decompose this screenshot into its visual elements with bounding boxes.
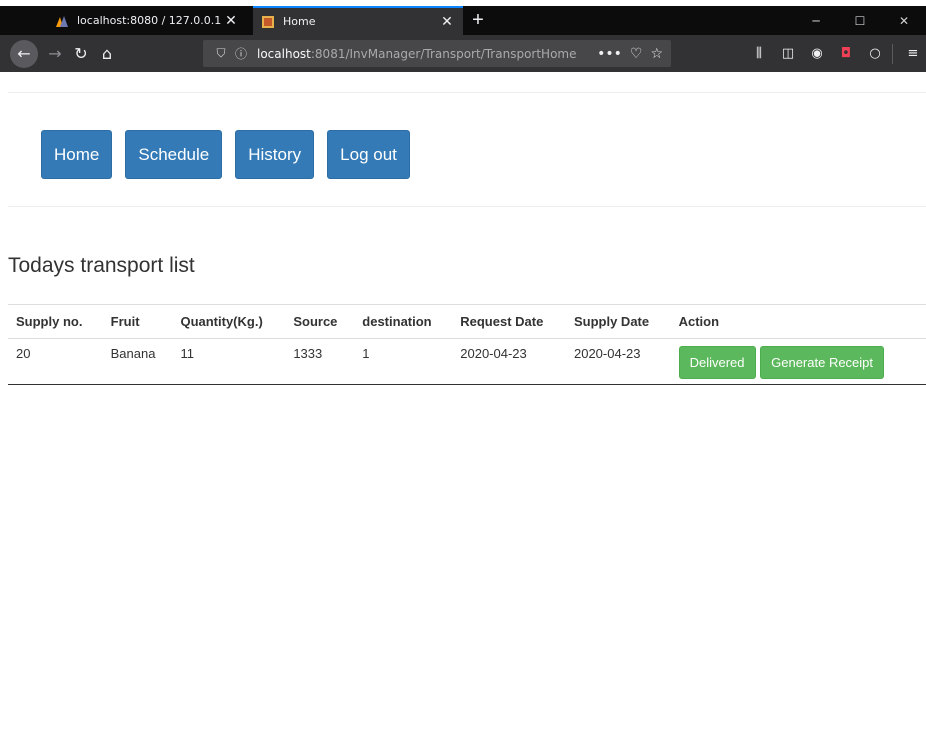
url-bar[interactable]: ⛉ ⓘ localhost :8081/InvManager/Transport… <box>203 40 671 67</box>
table-row: 20 Banana 11 1333 1 2020-04-23 2020-04-2… <box>8 338 926 385</box>
cell-source: 1333 <box>285 338 355 385</box>
generate-receipt-button[interactable]: Generate Receipt <box>760 346 885 379</box>
transport-table: Supply no. Fruit Quantity(Kg.) Source de… <box>8 304 926 385</box>
tab-title: localhost:8080 / 127.0.0.1 / invr <box>77 14 223 27</box>
window-controls: ─ ☐ ✕ <box>794 6 926 35</box>
tab-phpmyadmin[interactable]: localhost:8080 / 127.0.0.1 / invr ✕ <box>47 6 247 35</box>
minimize-icon[interactable]: ─ <box>794 6 838 35</box>
back-arrow-icon[interactable]: ← <box>10 39 38 68</box>
cell-destination: 1 <box>354 338 453 385</box>
home-icon[interactable]: ⌂ <box>94 41 120 67</box>
column-header-action: Action <box>670 304 926 339</box>
column-header-fruit: Fruit <box>102 304 173 339</box>
close-icon[interactable]: ✕ <box>223 12 239 29</box>
pocket-save-icon[interactable]: ♡ <box>630 46 643 62</box>
page-title: Todays transport list <box>8 254 195 277</box>
extension-icon[interactable]: ○ <box>862 41 888 67</box>
cell-quantity: 11 <box>172 338 286 385</box>
cell-supply-date: 2020-04-23 <box>565 338 671 385</box>
browser-tab-bar: localhost:8080 / 127.0.0.1 / invr ✕ Home… <box>0 6 926 35</box>
bookmark-star-icon[interactable]: ☆ <box>650 46 663 62</box>
url-actions: ••• ♡ ☆ <box>597 46 663 62</box>
info-icon[interactable]: ⓘ <box>231 45 251 62</box>
divider <box>8 206 926 207</box>
tracking-shield-icon[interactable]: ⛉ <box>211 46 231 61</box>
browser-nav-bar: ← → ↻ ⌂ ⛉ ⓘ localhost :8081/InvManager/T… <box>0 35 926 72</box>
column-header-quantity: Quantity(Kg.) <box>172 304 286 339</box>
table-header-row: Supply no. Fruit Quantity(Kg.) Source de… <box>8 304 926 339</box>
page-content: Home Schedule History Log out Todays tra… <box>0 72 926 751</box>
history-button[interactable]: History <box>235 130 315 179</box>
column-header-supply-no: Supply no. <box>8 304 103 339</box>
cell-supply-no: 20 <box>8 338 103 385</box>
window-close-icon[interactable]: ✕ <box>882 6 926 35</box>
sidebar-icon[interactable]: ◫ <box>775 41 801 67</box>
page-actions-icon[interactable]: ••• <box>597 46 622 62</box>
browser-toolbar-right: ⫼ ◫ ◉ ◘ ○ ≡ <box>743 35 926 72</box>
column-header-destination: destination <box>354 304 453 339</box>
url-path: :8081/InvManager/Transport/TransportHome <box>310 46 577 61</box>
cell-action: Delivered Generate Receipt <box>670 338 926 385</box>
home-button[interactable]: Home <box>41 130 113 179</box>
account-icon[interactable]: ◉ <box>804 41 830 67</box>
page-favicon-icon <box>262 15 274 28</box>
forward-arrow-icon[interactable]: → <box>42 41 68 67</box>
phpmyadmin-icon <box>56 15 68 27</box>
menu-icon[interactable]: ≡ <box>900 41 926 67</box>
schedule-button[interactable]: Schedule <box>125 130 223 179</box>
divider <box>8 92 926 93</box>
delivered-button[interactable]: Delivered <box>678 346 756 379</box>
new-tab-button[interactable]: + <box>463 6 493 35</box>
pocket-icon[interactable]: ◘ <box>833 41 859 67</box>
column-header-request-date: Request Date <box>452 304 566 339</box>
tab-home[interactable]: Home ✕ <box>253 6 463 35</box>
url-host: localhost <box>257 46 311 61</box>
column-header-supply-date: Supply Date <box>565 304 671 339</box>
maximize-icon[interactable]: ☐ <box>838 6 882 35</box>
close-icon[interactable]: ✕ <box>439 13 455 30</box>
cell-fruit: Banana <box>102 338 173 385</box>
library-icon[interactable]: ⫼ <box>746 41 772 67</box>
tab-title: Home <box>283 15 316 28</box>
toolbar-divider <box>892 43 893 64</box>
column-header-source: Source <box>285 304 355 339</box>
logout-button[interactable]: Log out <box>327 130 410 179</box>
cell-request-date: 2020-04-23 <box>452 338 566 385</box>
main-nav: Home Schedule History Log out <box>41 130 410 179</box>
reload-icon[interactable]: ↻ <box>68 41 94 67</box>
